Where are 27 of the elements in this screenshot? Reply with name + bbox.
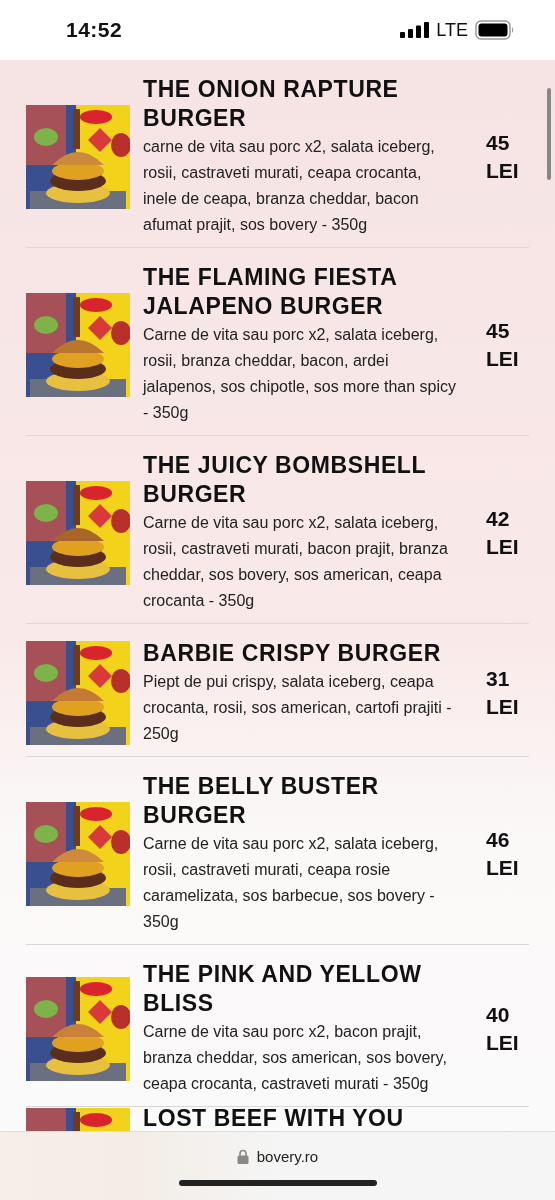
item-description: Carne de vita sau porc x2, salata iceberg, rosii, castraveti murati, bacon prajit, branza cheddar, sos bovery, sos american, ceapa crocanta - 350g — [143, 513, 449, 611]
item-price: 46 LEI — [486, 826, 520, 881]
item-description: Carne de vita sau porc x2, salata iceberg, rosii, castraveti murati, ceapa rosie caramelizata, sos barbecue, sos bovery - 350g — [143, 834, 440, 932]
item-description: carne de vita sau porc x2, salata iceberg, rosii, castraveti murati, ceapa crocanta, inele de ceapa, branza cheddar, bacon afumat prajit, sos bovery - 350g — [143, 137, 436, 235]
item-price: 45 LEI — [486, 317, 520, 372]
lock-icon — [236, 1149, 249, 1164]
battery-icon — [475, 20, 515, 40]
item-title: THE ONION RAPTURE BURGER — [143, 75, 400, 133]
item-price: 31 LEI — [486, 666, 520, 720]
item-description: Piept de pui crispy, salata iceberg, ceapa crocanta, rosii, sos american, cartofi prajiti - 250g — [143, 672, 453, 744]
item-price: 45 LEI — [486, 129, 520, 184]
item-price: 42 LEI — [486, 505, 520, 560]
item-price: 40 LEI — [486, 1001, 520, 1056]
network-label: LTE — [436, 19, 468, 41]
item-description: Carne de vita sau porc x2, salata iceberg, rosii, branza cheddar, bacon, ardei jalapenos, sos chipotle, sos more than spicy - 350g — [143, 325, 458, 423]
home-indicator[interactable] — [178, 1180, 377, 1186]
url-text[interactable]: bovery.ro — [256, 1148, 319, 1165]
item-title: THE JUICY BOMBSHELL BURGER — [143, 451, 427, 509]
item-title: LOST BEEF WITH YOU — [143, 1108, 405, 1128]
item-title: THE BELLY BUSTER BURGER — [143, 772, 380, 830]
item-title: THE PINK AND YELLOW BLISS — [143, 960, 423, 1018]
item-title: BARBIE CRISPY BURGER — [143, 639, 442, 668]
item-title: THE FLAMING FIESTA JALAPENO BURGER — [143, 263, 398, 321]
scrollbar[interactable] — [547, 88, 551, 180]
clock-time: 14:52 — [66, 18, 123, 42]
signal-icon — [400, 22, 430, 38]
item-description: Carne de vita sau porc x2, bacon prajit, branza cheddar, sos american, sos bovery, ceapa crocanta, castraveti murati - 350g — [143, 1022, 448, 1094]
